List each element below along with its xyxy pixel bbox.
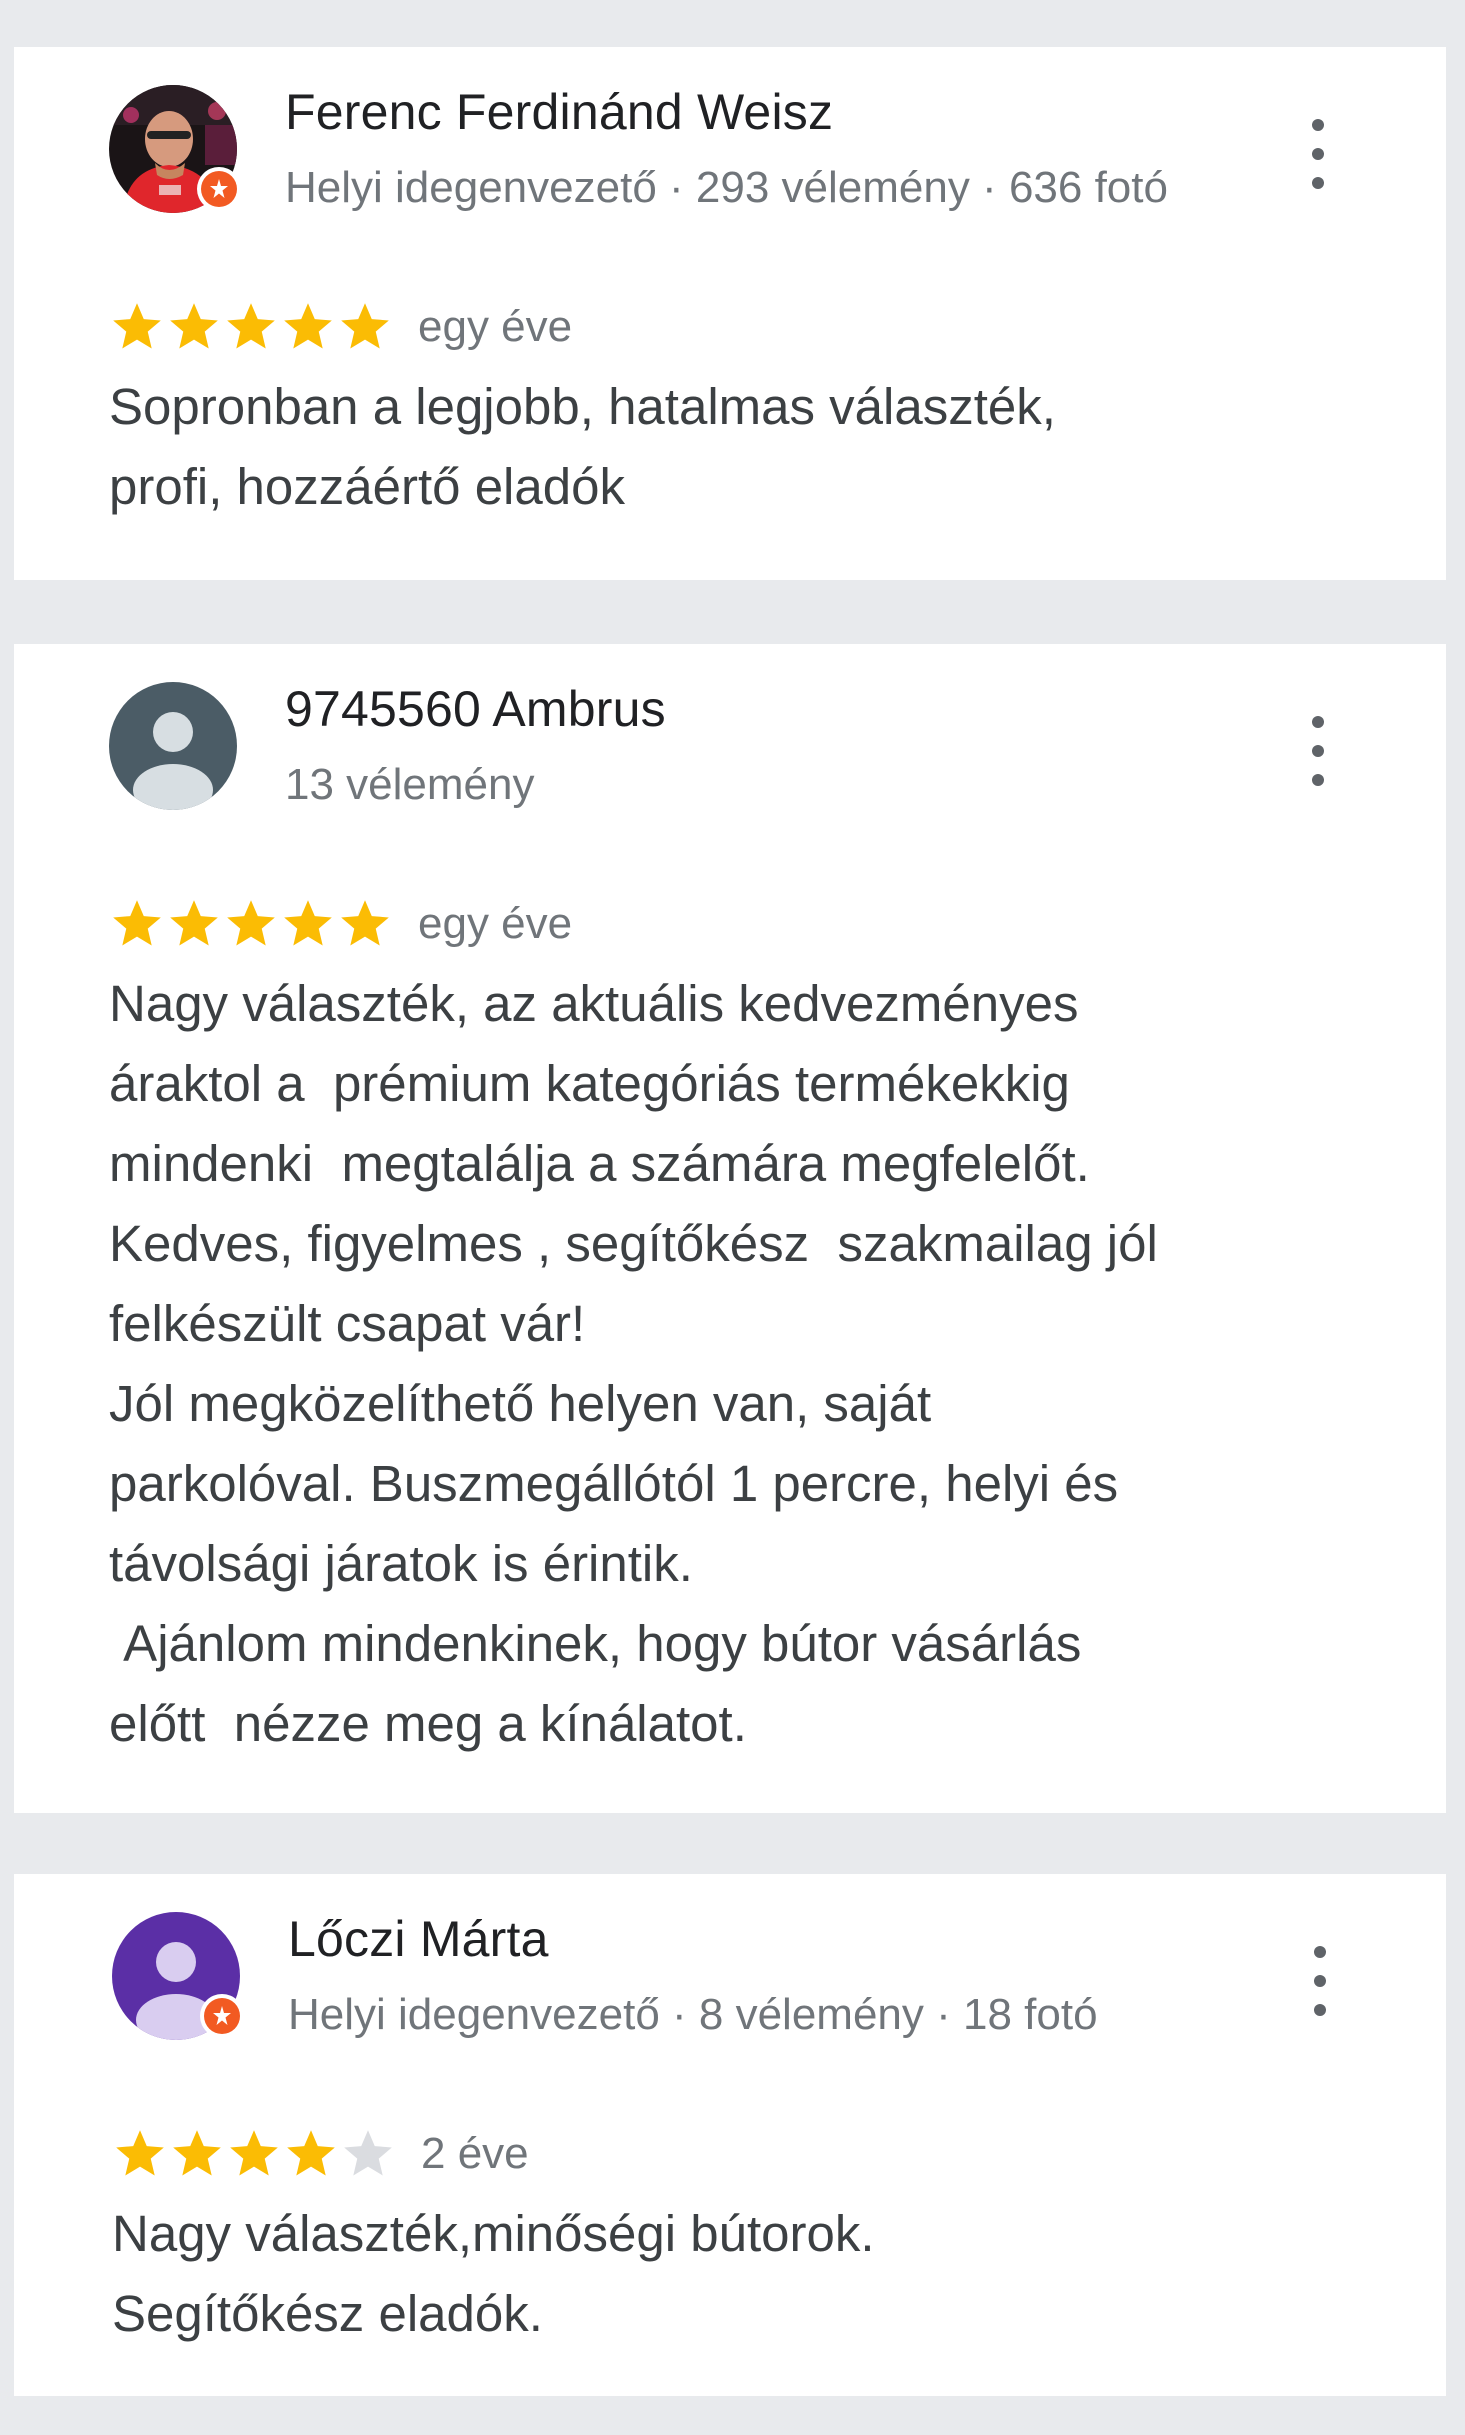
reviewer-avatar[interactable]	[109, 85, 241, 213]
rating-row: egy éve	[109, 894, 572, 954]
more-options-icon[interactable]	[1300, 1946, 1340, 2016]
star-empty-icon	[340, 2126, 396, 2182]
reviewer-name[interactable]: Lőczi Márta	[288, 1910, 549, 1968]
star-filled-icon	[109, 299, 165, 355]
rating-row: egy éve	[109, 297, 572, 357]
star-filled-icon	[337, 896, 393, 952]
star-filled-icon	[226, 2126, 282, 2182]
reviewer-avatar[interactable]	[112, 1912, 244, 2040]
review-card: 9745560 Ambrus 13 vélemény egy éve Nagy …	[14, 644, 1446, 1813]
star-filled-icon	[280, 896, 336, 952]
reviewer-meta: Helyi idegenvezető · 293 vélemény · 636 …	[285, 163, 1168, 212]
review-time: egy éve	[418, 899, 573, 948]
review-text: Nagy választék,minőségi bútorok. Segítők…	[112, 2205, 875, 2342]
reviewer-avatar[interactable]	[109, 682, 237, 810]
star-filled-icon	[223, 896, 279, 952]
local-guide-badge-icon	[197, 167, 241, 211]
review-text: Nagy választék, az aktuális kedvezményes…	[109, 975, 1158, 1752]
reviewer-meta: Helyi idegenvezető · 8 vélemény · 18 fot…	[288, 1990, 1098, 2039]
star-rating	[109, 896, 394, 952]
star-filled-icon	[223, 299, 279, 355]
more-options-icon[interactable]	[1298, 119, 1338, 189]
review-text: Sopronban a legjobb, hatalmas választék,…	[109, 378, 1056, 515]
reviewer-name[interactable]: Ferenc Ferdinánd Weisz	[285, 83, 833, 141]
person-icon	[109, 682, 237, 810]
review-time: 2 éve	[421, 2129, 529, 2178]
star-rating	[112, 2126, 397, 2182]
star-filled-icon	[166, 896, 222, 952]
star-rating	[109, 299, 394, 355]
local-guide-badge-icon	[200, 1994, 244, 2038]
reviewer-name[interactable]: 9745560 Ambrus	[285, 680, 666, 738]
more-options-icon[interactable]	[1298, 716, 1338, 786]
star-filled-icon	[109, 896, 165, 952]
rating-row: 2 éve	[112, 2124, 529, 2184]
star-filled-icon	[280, 299, 336, 355]
review-card: Lőczi Márta Helyi idegenvezető · 8 vélem…	[14, 1874, 1446, 2396]
review-card: Ferenc Ferdinánd Weisz Helyi idegenvezet…	[14, 47, 1446, 580]
star-filled-icon	[169, 2126, 225, 2182]
reviewer-meta: 13 vélemény	[285, 760, 535, 809]
review-time: egy éve	[418, 302, 573, 351]
star-filled-icon	[283, 2126, 339, 2182]
star-filled-icon	[112, 2126, 168, 2182]
star-filled-icon	[166, 299, 222, 355]
star-filled-icon	[337, 299, 393, 355]
